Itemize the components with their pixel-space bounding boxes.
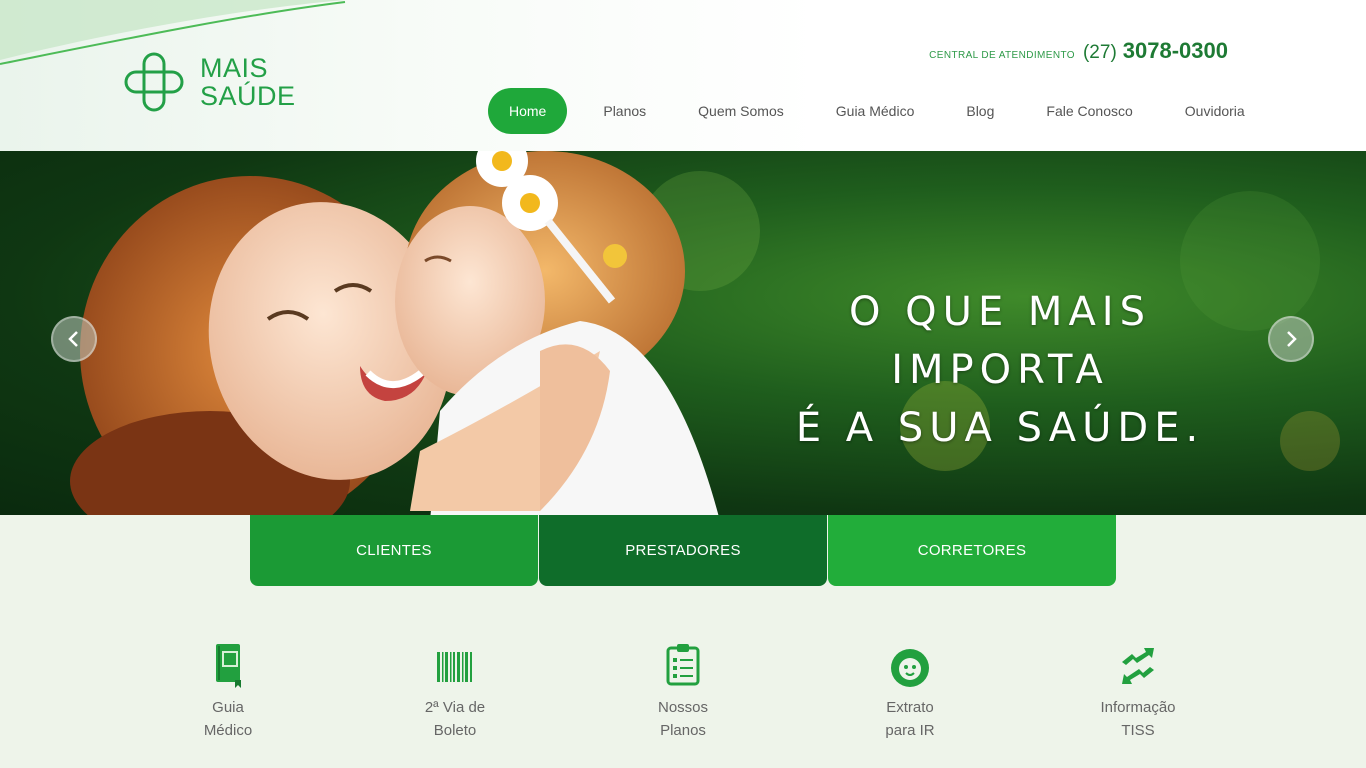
- contact-label: CENTRAL DE ATENDIMENTO: [929, 50, 1075, 61]
- nav-quem-somos[interactable]: Quem Somos: [672, 88, 810, 134]
- exchange-icon: [1122, 648, 1154, 684]
- nav-guia-medico[interactable]: Guia Médico: [810, 88, 941, 134]
- brand-name: MAIS SAÚDE: [200, 54, 296, 110]
- nav-ouvidoria[interactable]: Ouvidoria: [1159, 88, 1271, 134]
- quick-link-label-line-2: Médico: [203, 722, 253, 739]
- quick-link-label-line-2: TISS: [1121, 722, 1155, 739]
- quick-link-informacao-tiss[interactable]: Informação TISS: [1058, 640, 1218, 742]
- quick-link-extrato-ir[interactable]: Extrato para IR: [830, 640, 990, 742]
- quick-link-label: Nossos Planos: [603, 696, 763, 742]
- site-header: MAIS SAÚDE CENTRAL DE ATENDIMENTO (27) 30…: [0, 0, 1366, 151]
- slider-next-button[interactable]: [1268, 316, 1314, 362]
- chevron-left-icon: [68, 331, 78, 347]
- hero-headline: O QUE MAIS IMPORTA É A SUA SAÚDE.: [735, 283, 1265, 457]
- quick-link-label-line-2: Boleto: [433, 722, 477, 739]
- quick-link-label: 2ª Via de Boleto: [375, 696, 535, 742]
- quick-link-label-line-2: para IR: [885, 722, 935, 739]
- quick-link-label: Extrato para IR: [830, 696, 990, 742]
- clipboard-icon: [666, 644, 700, 686]
- site-logo[interactable]: MAIS SAÚDE: [122, 50, 296, 114]
- chevron-right-icon: [1287, 331, 1297, 347]
- hero-headline-line-1: O QUE MAIS IMPORTA: [848, 289, 1151, 393]
- contact-info: CENTRAL DE ATENDIMENTO (27) 3078-0300: [929, 38, 1228, 64]
- quick-link-label: Guia Médico: [148, 696, 308, 742]
- quick-link-label-line-1: Nossos: [657, 699, 709, 716]
- brand-line-2: SAÚDE: [200, 81, 296, 111]
- contact-phone: (27) 3078-0300: [1083, 38, 1228, 64]
- cross-logo-icon: [124, 52, 184, 112]
- quick-link-nossos-planos[interactable]: Nossos Planos: [603, 640, 763, 742]
- quick-links: Guia Médico 2ª Via de Boleto Nossos Plan…: [0, 640, 1366, 768]
- tab-corretores[interactable]: CORRETORES: [828, 515, 1116, 586]
- nav-fale-conosco[interactable]: Fale Conosco: [1020, 88, 1158, 134]
- book-icon: [216, 644, 241, 688]
- quick-link-boleto[interactable]: 2ª Via de Boleto: [375, 640, 535, 742]
- nav-blog[interactable]: Blog: [940, 88, 1020, 134]
- hero-headline-line-2: É A SUA SAÚDE.: [795, 405, 1205, 451]
- quick-link-label-line-2: Planos: [660, 722, 706, 739]
- lion-icon: [891, 649, 929, 687]
- quick-link-label-line-1: Extrato: [886, 699, 934, 716]
- tab-prestadores[interactable]: PRESTADORES: [539, 515, 827, 586]
- bokeh-light: [1280, 411, 1340, 471]
- audience-tabs: CLIENTES PRESTADORES CORRETORES: [250, 515, 1116, 586]
- nav-home[interactable]: Home: [488, 88, 568, 134]
- slider-prev-button[interactable]: [51, 316, 97, 362]
- quick-link-label-line-1: Guia: [212, 699, 244, 716]
- quick-link-label: Informação TISS: [1058, 696, 1218, 742]
- quick-link-guia-medico[interactable]: Guia Médico: [148, 640, 308, 742]
- tab-clientes[interactable]: CLIENTES: [250, 515, 538, 586]
- quick-link-label-line-1: Informação: [1100, 699, 1176, 716]
- brand-line-1: MAIS: [200, 53, 269, 83]
- contact-ddd: (27): [1082, 42, 1117, 63]
- hero-photo-mother-daughter: [70, 151, 719, 515]
- contact-number: 3078-0300: [1122, 38, 1228, 63]
- barcode-icon: [437, 652, 472, 682]
- nav-planos[interactable]: Planos: [577, 88, 672, 134]
- quick-link-label-line-1: 2ª Via de: [424, 699, 486, 716]
- main-nav: Home Planos Quem Somos Guia Médico Blog …: [488, 88, 1271, 134]
- hero-slider: O QUE MAIS IMPORTA É A SUA SAÚDE.: [0, 151, 1366, 515]
